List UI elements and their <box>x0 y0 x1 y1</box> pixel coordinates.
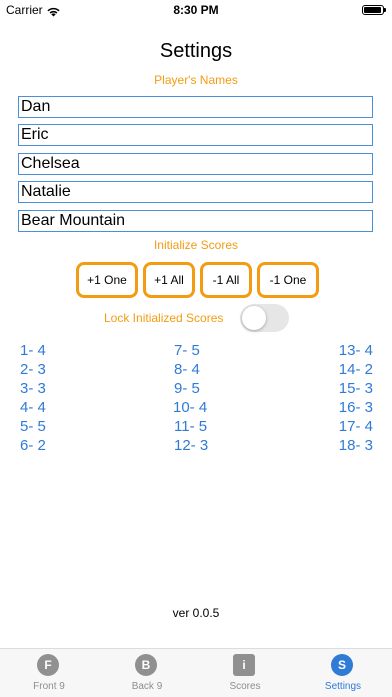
page-title: Settings <box>159 40 233 62</box>
lock-scores-label: Lock Initialized Scores <box>104 311 224 325</box>
settings-icon: S <box>331 654 353 676</box>
status-bar: Carrier 8:30 PM <box>0 0 392 22</box>
minus-one-one-button[interactable]: -1 One <box>257 262 319 298</box>
version-label: ver 0.0.5 <box>172 606 220 620</box>
initialize-scores-label: Initialize Scores <box>153 238 239 252</box>
hole-par-item[interactable]: 17- 4 <box>339 417 373 436</box>
hole-par-item[interactable]: 5- 5 <box>20 417 46 436</box>
tab-settings[interactable]: S Settings <box>294 649 392 697</box>
hole-par-item[interactable]: 16- 3 <box>339 398 373 417</box>
player-name-field-4[interactable] <box>18 181 373 203</box>
hole-par-item[interactable]: 3- 3 <box>20 379 46 398</box>
player-name-field-1[interactable] <box>18 96 373 118</box>
hole-par-item[interactable]: 13- 4 <box>339 341 373 360</box>
tab-label: Settings <box>324 681 362 692</box>
hole-par-item[interactable]: 8- 4 <box>174 360 200 379</box>
initialize-buttons: +1 One +1 All -1 All -1 One <box>0 262 392 298</box>
player-name-field-5[interactable] <box>18 210 373 232</box>
front-9-icon: F <box>37 654 59 676</box>
lock-scores-toggle[interactable] <box>240 304 289 332</box>
hole-par-item[interactable]: 11- 5 <box>174 417 207 436</box>
hole-par-item[interactable]: 9- 5 <box>174 379 200 398</box>
hole-par-item[interactable]: 12- 3 <box>174 436 208 455</box>
hole-par-list: 1- 4 2- 3 3- 3 4- 4 5- 5 6- 2 7- 5 8- 4 … <box>0 341 392 457</box>
hole-par-item[interactable]: 1- 4 <box>20 341 46 360</box>
tab-back-9[interactable]: B Back 9 <box>98 649 196 697</box>
hole-par-item[interactable]: 10- 4 <box>173 398 207 417</box>
plus-one-all-button[interactable]: +1 All <box>143 262 195 298</box>
info-icon: i <box>233 654 255 676</box>
toggle-knob <box>242 306 266 330</box>
battery-icon <box>362 5 386 15</box>
hole-par-item[interactable]: 18- 3 <box>339 436 373 455</box>
hole-par-item[interactable]: 6- 2 <box>20 436 46 455</box>
hole-par-item[interactable]: 2- 3 <box>20 360 46 379</box>
tab-label: Front 9 <box>33 681 65 692</box>
player-name-field-2[interactable] <box>18 124 373 146</box>
lock-scores-row: Lock Initialized Scores <box>0 304 392 332</box>
players-names-label: Player's Names <box>154 73 238 87</box>
hole-par-item[interactable]: 14- 2 <box>339 360 373 379</box>
hole-par-item[interactable]: 15- 3 <box>339 379 373 398</box>
plus-one-one-button[interactable]: +1 One <box>76 262 138 298</box>
hole-par-item[interactable]: 7- 5 <box>174 341 200 360</box>
back-9-icon: B <box>135 654 157 676</box>
tab-front-9[interactable]: F Front 9 <box>0 649 98 697</box>
minus-one-all-button[interactable]: -1 All <box>200 262 252 298</box>
status-time: 8:30 PM <box>173 3 219 17</box>
player-name-field-3[interactable] <box>18 153 373 175</box>
hole-par-item[interactable]: 4- 4 <box>20 398 46 417</box>
tab-label: Scores <box>229 681 261 692</box>
tab-scores[interactable]: i Scores <box>196 649 294 697</box>
tab-label: Back 9 <box>131 681 163 692</box>
tab-bar: F Front 9 B Back 9 i Scores S Settings <box>0 648 392 697</box>
